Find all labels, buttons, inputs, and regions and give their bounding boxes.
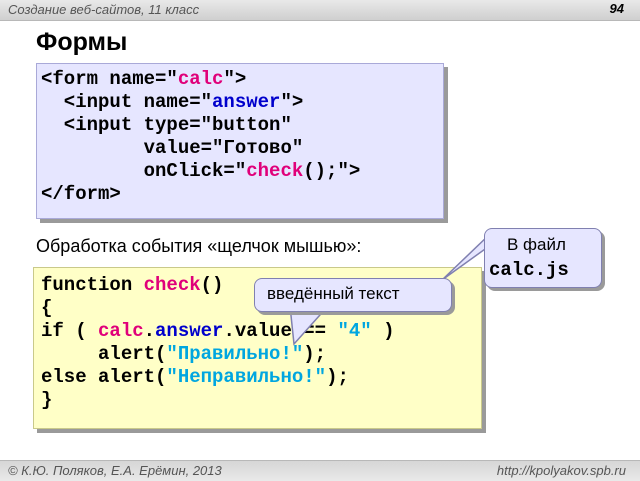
code-keyword: check xyxy=(246,160,304,182)
code-text: () xyxy=(200,274,224,296)
code-keyword: calc xyxy=(177,68,224,90)
code-text: onClick=" xyxy=(41,160,247,182)
code-line: <input type="button" xyxy=(41,114,292,136)
code-text: . xyxy=(143,320,156,342)
callout-input: введённый текст xyxy=(254,278,452,312)
callout-file: В файл calc.js xyxy=(484,228,602,288)
code-line: } xyxy=(41,389,53,411)
code-line: <form name="calc"> xyxy=(41,68,443,91)
event-label: Обработка события «щелчок мышью»: xyxy=(36,236,362,256)
code-text: ();"> xyxy=(303,160,361,182)
code-text: <input name=" xyxy=(41,91,213,113)
code-line: onClick="check();"> xyxy=(41,160,443,183)
course-title: Создание веб-сайтов, 11 класс xyxy=(8,2,200,17)
callout-file-text: В файл xyxy=(507,235,566,254)
form-code-box: <form name="calc"> <input name="answer">… xyxy=(36,63,444,219)
code-text: ); xyxy=(326,366,349,388)
code-string: "Неправильно!" xyxy=(166,366,327,388)
code-line: if ( calc.answer.value == "4" ) xyxy=(41,320,481,343)
code-keyword: calc xyxy=(98,320,144,342)
code-text: else alert( xyxy=(41,366,167,388)
code-line: else alert("Неправильно!"); xyxy=(41,366,481,389)
code-keyword: check xyxy=(143,274,201,296)
code-line: <input name="answer"> xyxy=(41,91,443,114)
slide-title: Формы xyxy=(36,28,128,56)
callout-input-text: введённый текст xyxy=(267,284,400,303)
code-line: value="Готово" xyxy=(41,137,304,159)
code-identifier: answer xyxy=(155,320,224,342)
code-line: </form> xyxy=(41,183,121,205)
footer-bar: © К.Ю. Поляков, Е.А. Ерёмин, 2013 http:/… xyxy=(0,460,640,481)
code-text: alert( xyxy=(41,343,167,365)
code-text: <form name=" xyxy=(41,68,178,90)
code-text: if ( xyxy=(41,320,99,342)
footer-url[interactable]: http://kpolyakov.spb.ru xyxy=(497,463,626,478)
code-text: "> xyxy=(223,68,247,90)
code-text: "> xyxy=(280,91,304,113)
code-line: alert("Правильно!"); xyxy=(41,343,481,366)
callout-file-name: calc.js xyxy=(489,259,569,281)
code-text: function xyxy=(41,274,144,296)
code-text: ) xyxy=(371,320,395,342)
footer-authors: © К.Ю. Поляков, Е.А. Ерёмин, 2013 xyxy=(8,463,222,478)
header-bar: Создание веб-сайтов, 11 класс 94 xyxy=(0,0,640,21)
code-string: "Правильно!" xyxy=(166,343,304,365)
page-number: 94 xyxy=(609,1,624,16)
code-identifier: answer xyxy=(212,91,281,113)
